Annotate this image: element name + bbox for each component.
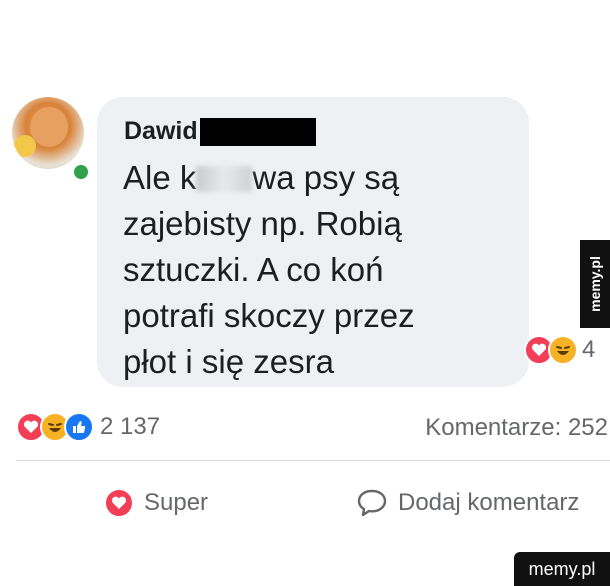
comment-author[interactable]: Dawid: [124, 117, 316, 146]
add-comment-button[interactable]: Dodaj komentarz: [356, 488, 579, 518]
watermark-bottom: memy.pl: [514, 552, 610, 586]
online-status-dot: [71, 162, 91, 182]
heart-icon: [104, 488, 134, 518]
reactions-count[interactable]: 2 137: [100, 413, 160, 441]
comment-reactions[interactable]: 4: [524, 335, 595, 365]
dog-face: [30, 107, 68, 147]
comment-text: Ale k wa psy są zajebisty np. Robią sztuc…: [123, 155, 513, 385]
comments-count[interactable]: Komentarze: 252: [425, 414, 608, 442]
add-comment-label: Dodaj komentarz: [398, 489, 580, 516]
super-label: Super: [144, 489, 209, 516]
watermark-side-text: memy.pl: [587, 256, 604, 312]
toy: [14, 135, 36, 157]
avatar[interactable]: [12, 97, 91, 185]
thumbs-up-icon: [64, 412, 94, 442]
divider: [16, 460, 610, 461]
author-name[interactable]: Dawid: [124, 117, 198, 146]
laugh-icon: [548, 335, 578, 365]
comment-text-start: Ale k: [123, 159, 197, 196]
censor-blur: [196, 166, 253, 192]
comment-reaction-count: 4: [582, 336, 596, 363]
super-button[interactable]: Super: [104, 488, 208, 518]
watermark-bottom-text: memy.pl: [528, 558, 596, 579]
profile-picture[interactable]: [12, 97, 84, 169]
action-bar: Super Dodaj komentarz: [0, 480, 610, 530]
comment-bubble: Dawid Ale k wa psy są zajebisty np. Robią…: [97, 97, 529, 387]
watermark-side: memy.pl: [580, 240, 610, 328]
post-stats: 2 137 Komentarze: 252: [16, 410, 610, 446]
speech-bubble-icon: [357, 489, 387, 517]
redaction-bar: [199, 117, 316, 146]
post-reactions[interactable]: 2 137: [16, 412, 160, 442]
